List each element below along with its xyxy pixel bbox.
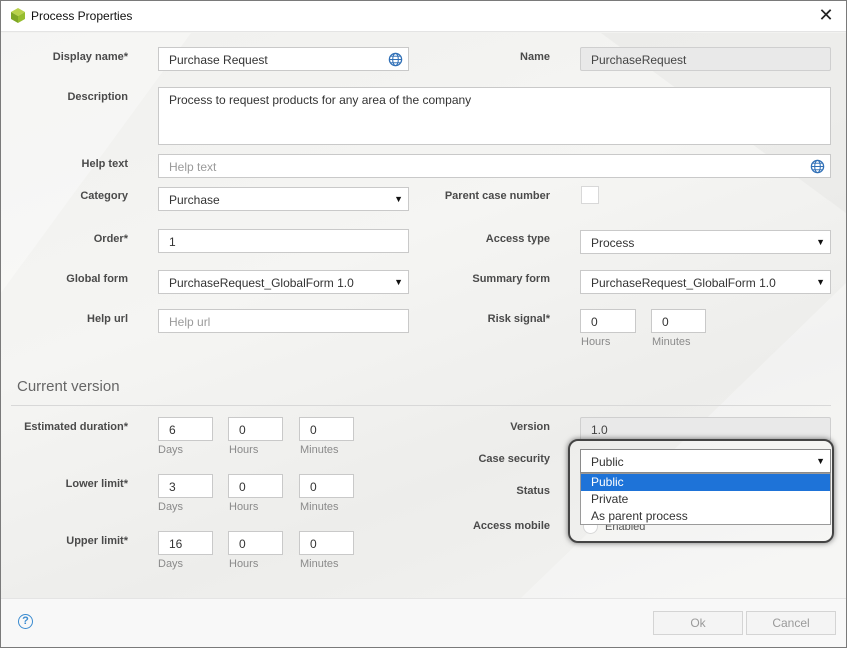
help-text-label: Help text [81,158,128,170]
estimated-duration-days-input[interactable]: 6 [158,417,213,441]
display-name-label: Display name* [52,51,128,63]
summary-form-select[interactable]: PurchaseRequest_GlobalForm 1.0 ▼ [580,270,831,294]
highlight-annotation [568,439,834,543]
upper-limit-minutes-input[interactable]: 0 [299,531,354,555]
summary-form-value: PurchaseRequest_GlobalForm 1.0 [591,276,776,290]
estimated-duration-hours-input[interactable]: 0 [228,417,283,441]
category-value: Purchase [169,193,220,207]
risk-signal-hours-input[interactable]: 0 [580,309,636,333]
access-mobile-label: Access mobile [472,520,550,532]
parent-case-number-label: Parent case number [444,190,550,202]
lower-limit-minutes-input[interactable]: 0 [299,474,354,498]
globe-icon[interactable] [388,52,403,67]
summary-form-label: Summary form [472,273,550,285]
help-url-input[interactable]: Help url [158,309,409,333]
version-field: 1.0 [580,417,831,441]
display-name-value: Purchase Request [169,53,268,67]
dialog-body: Display name* Purchase Request Name Purc… [1,33,846,598]
estimated-duration-minutes-input[interactable]: 0 [299,417,354,441]
category-select[interactable]: Purchase ▼ [158,187,409,211]
window-title: Process Properties [31,9,133,23]
close-icon[interactable]: ✕ [814,4,838,28]
display-name-input[interactable]: Purchase Request [158,47,409,71]
chevron-down-icon: ▼ [816,277,825,287]
lower-limit-days-input[interactable]: 3 [158,474,213,498]
ok-button[interactable]: Ok [653,611,743,635]
lower-limit-hours-input[interactable]: 0 [228,474,283,498]
description-label: Description [67,91,128,103]
hours-label: Hours [229,558,259,570]
global-form-label: Global form [66,273,128,285]
minutes-label: Minutes [300,501,339,513]
globe-icon[interactable] [810,159,825,174]
app-cube-icon [11,8,25,23]
upper-limit-hours-input[interactable]: 0 [228,531,283,555]
cancel-button[interactable]: Cancel [746,611,836,635]
order-input[interactable]: 1 [158,229,409,253]
upper-limit-label: Upper limit* [66,535,128,547]
section-divider [11,405,831,406]
hours-label: Hours [229,444,259,456]
upper-limit-days-input[interactable]: 16 [158,531,213,555]
current-version-title: Current version [17,378,120,395]
minutes-label: Minutes [300,558,339,570]
order-label: Order* [93,233,128,245]
dialog-footer: ? Ok Cancel [1,598,846,647]
global-form-select[interactable]: PurchaseRequest_GlobalForm 1.0 ▼ [158,270,409,294]
help-text-placeholder: Help text [169,160,217,174]
help-text-input[interactable]: Help text [158,154,831,178]
status-label: Status [516,485,550,497]
access-type-value: Process [591,236,635,250]
estimated-duration-label: Estimated duration* [24,421,128,433]
category-label: Category [80,190,128,202]
case-security-label: Case security [478,453,550,465]
access-type-select[interactable]: Process ▼ [580,230,831,254]
minutes-label: Minutes [300,444,339,456]
lower-limit-label: Lower limit* [65,478,128,490]
help-url-label: Help url [87,313,128,325]
title-bar: Process Properties ✕ [1,1,846,32]
days-label: Days [158,444,184,456]
parent-case-number-checkbox[interactable] [581,186,599,204]
chevron-down-icon: ▼ [394,194,403,204]
hours-label: Hours [229,501,259,513]
days-label: Days [158,501,184,513]
chevron-down-icon: ▼ [816,237,825,247]
description-textarea[interactable]: Process to request products for any area… [158,87,831,145]
access-type-label: Access type [485,233,550,245]
name-field: PurchaseRequest [580,47,831,71]
chevron-down-icon: ▼ [394,277,403,287]
risk-signal-minutes-label: Minutes [652,336,691,348]
risk-signal-label: Risk signal* [487,313,550,325]
risk-signal-hours-label: Hours [581,336,611,348]
version-label: Version [510,421,550,433]
days-label: Days [158,558,184,570]
global-form-value: PurchaseRequest_GlobalForm 1.0 [169,276,354,290]
name-label: Name [520,51,550,63]
risk-signal-minutes-input[interactable]: 0 [651,309,706,333]
process-properties-window: Process Properties ✕ Display name* Purch… [0,0,847,648]
help-icon[interactable]: ? [18,614,33,629]
